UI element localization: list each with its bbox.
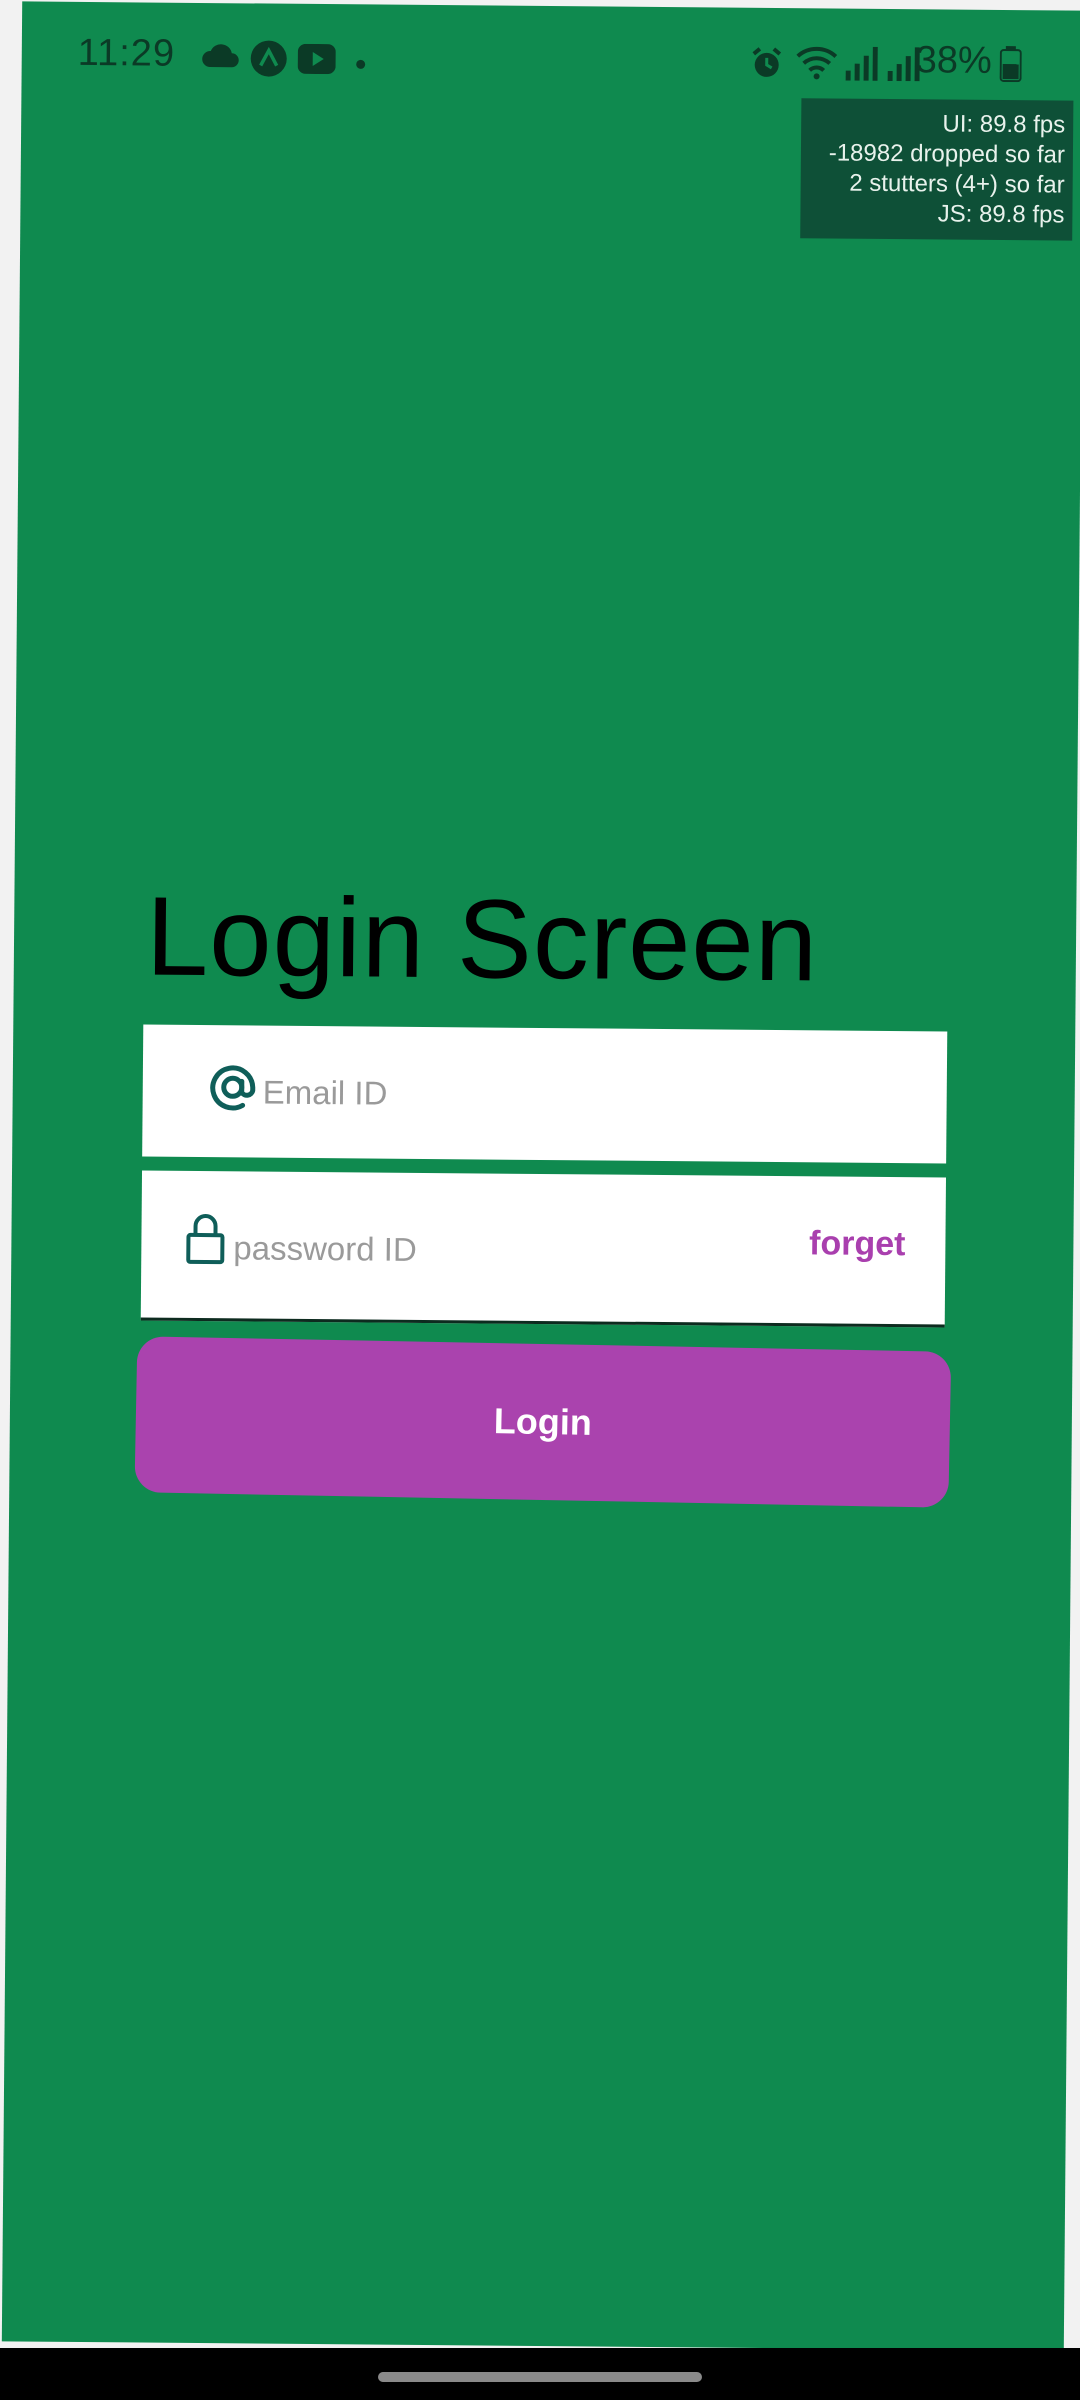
youtube-icon [297, 43, 336, 79]
email-input[interactable] [260, 1065, 865, 1125]
app-a-icon [250, 39, 288, 82]
perf-stutters: 2 stutters (4+) so far [849, 169, 1065, 199]
battery-icon [999, 45, 1022, 87]
wifi-icon [796, 44, 838, 85]
perf-dropped: -18982 dropped so far [828, 139, 1066, 169]
status-time: 11:29 [77, 31, 176, 75]
perf-monitor: UI: 89.8 fps -18982 dropped so far 2 stu… [800, 98, 1074, 241]
lock-icon [185, 1213, 225, 1270]
battery-percent: 38% [915, 39, 992, 82]
login-button[interactable]: Login [134, 1336, 952, 1508]
dot-icon [356, 56, 366, 74]
at-icon [208, 1061, 256, 1118]
signal-icon [845, 46, 878, 86]
email-field [142, 1024, 948, 1164]
password-input[interactable] [231, 1221, 756, 1280]
navigation-bar [0, 2348, 1080, 2400]
alarm-icon [750, 46, 784, 85]
password-field: forget [140, 1170, 947, 1328]
home-indicator[interactable] [378, 2372, 702, 2382]
forget-password-link[interactable]: forget [809, 1224, 906, 1264]
perf-ui-fps: UI: 89.8 fps [942, 110, 1066, 139]
perf-js-fps: JS: 89.8 fps [937, 200, 1065, 229]
cloud-icon [202, 43, 240, 74]
page-title: Login Screen [145, 873, 819, 1005]
app-screen: 11:29 38% UI: 89.8 fps -18982 dropped so… [1, 1, 1080, 2351]
